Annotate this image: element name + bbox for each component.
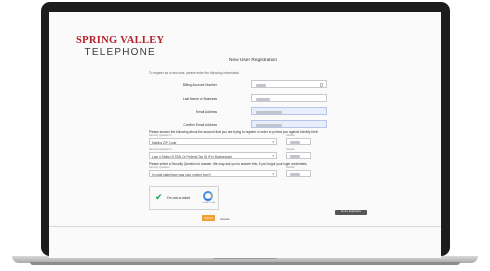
- lock-icon: [320, 83, 323, 87]
- last-name-input[interactable]: [251, 94, 327, 102]
- form-row-lastname: Last Name or Business: [149, 94, 349, 103]
- obscured-value: [290, 141, 300, 144]
- confirm-email-input[interactable]: [251, 120, 327, 128]
- question-2-value: Last 4 Digits Of SSN Or Federal Tax ID (…: [152, 154, 233, 159]
- account-number-label: Billing Account Number: [182, 82, 217, 87]
- email-input[interactable]: [251, 107, 327, 115]
- security-question-2-select[interactable]: Last 4 Digits Of SSN Or Federal Tax ID (…: [149, 152, 277, 159]
- question-1-label: Security Question 1: [149, 134, 172, 137]
- recaptcha-widget[interactable]: ✔ I'm not a robot reCAPTCHA: [149, 186, 219, 210]
- obscured-value: [290, 155, 300, 158]
- obscured-value: [256, 83, 266, 87]
- recaptcha-label: I'm not a robot: [167, 195, 190, 200]
- obscured-value: [290, 173, 300, 176]
- answer-3-input[interactable]: [286, 170, 311, 177]
- answer-3-label: Answer: [286, 166, 295, 169]
- form-row-account: Billing Account Number: [149, 80, 349, 89]
- confirm-email-label: Confirm Email Address: [183, 122, 217, 127]
- logo-line-1: SPRING VALLEY: [76, 35, 165, 46]
- last-name-label: Last Name or Business: [182, 96, 217, 101]
- account-number-input[interactable]: [251, 80, 327, 88]
- email-label: Email Address: [195, 109, 217, 114]
- cancel-link[interactable]: Cancel: [220, 217, 229, 221]
- chevron-down-icon: ▾: [272, 172, 274, 177]
- answer-1-label: Answer: [286, 134, 295, 137]
- question-2-label: Security Question 2: [149, 148, 172, 151]
- page-title: New User Registration: [229, 58, 277, 63]
- checkmark-icon[interactable]: ✔: [155, 193, 163, 202]
- recaptcha-logo-icon: [203, 191, 213, 201]
- answer-2-label: Answer: [286, 148, 295, 151]
- chevron-down-icon: ▾: [272, 140, 274, 145]
- obscured-value: [256, 123, 282, 127]
- security-question-1-select[interactable]: Mailing ZIP Code ▾: [149, 138, 277, 145]
- laptop-base-shadow: [30, 262, 460, 265]
- screen: SPRING VALLEY TELEPHONE New User Registr…: [49, 12, 441, 258]
- answer-1-input[interactable]: [286, 138, 311, 145]
- question-3-value: In what state/town was your mother born?: [152, 172, 212, 177]
- submit-button[interactable]: Submit: [202, 215, 215, 221]
- security-question-3-select[interactable]: In what state/town was your mother born?…: [149, 170, 277, 177]
- secure-registration-badge: Secure Registration: [335, 210, 367, 215]
- obscured-value: [256, 110, 282, 114]
- logo-line-2: TELEPHONE: [84, 46, 156, 58]
- question-3-label: Security Question: [149, 166, 170, 169]
- form-row-confirm-email: Confirm Email Address: [149, 120, 349, 129]
- answer-2-input[interactable]: [286, 152, 311, 159]
- obscured-value: [256, 97, 270, 101]
- footer-divider: [49, 226, 441, 227]
- intro-text: To register as a new user, please enter …: [149, 71, 240, 75]
- reset-prompt: Please select a Security Question to ans…: [149, 162, 308, 166]
- company-logo[interactable]: SPRING VALLEY TELEPHONE: [76, 35, 165, 58]
- chevron-down-icon: ▾: [272, 154, 274, 159]
- form-row-email: Email Address: [149, 107, 349, 116]
- question-1-value: Mailing ZIP Code: [152, 140, 177, 145]
- recaptcha-brand: reCAPTCHA: [202, 202, 215, 204]
